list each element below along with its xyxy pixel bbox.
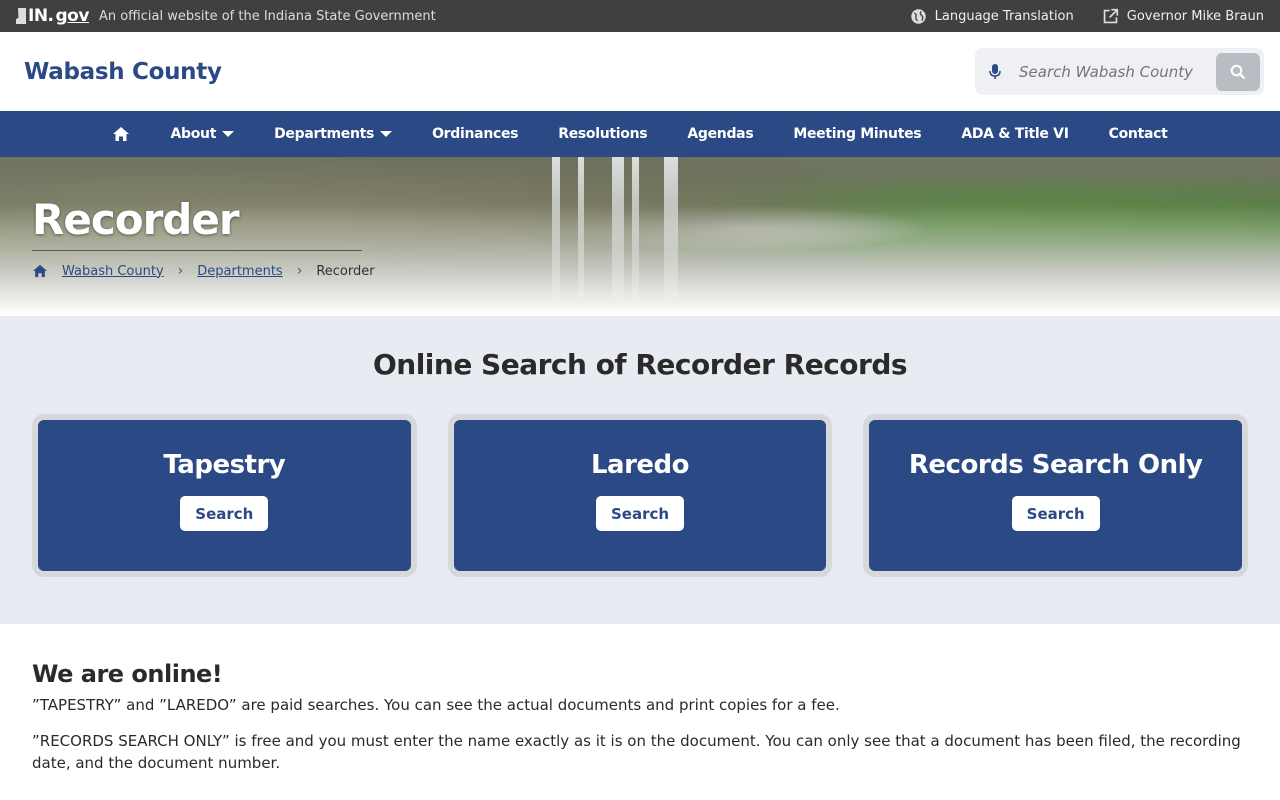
globe-icon — [910, 8, 926, 24]
breadcrumb-wabash-county[interactable]: Wabash County — [62, 264, 164, 279]
page-title: Recorder — [32, 195, 362, 251]
search-bar — [975, 48, 1264, 95]
governor-link[interactable]: Governor Mike Braun — [1102, 8, 1264, 25]
nav-ada-title-vi[interactable]: ADA & Title VI — [941, 111, 1088, 157]
chevron-right-icon: › — [177, 263, 184, 279]
nav-departments[interactable]: Departments — [254, 111, 412, 157]
microphone-icon[interactable] — [989, 63, 1003, 81]
card-title: Tapestry — [163, 450, 286, 480]
search-button[interactable] — [1216, 52, 1260, 91]
nav-agendas[interactable]: Agendas — [667, 111, 773, 157]
chevron-down-icon — [222, 131, 235, 137]
tapestry-search-button[interactable]: Search — [180, 496, 269, 531]
nav-home[interactable] — [92, 111, 150, 157]
info-paragraph: ”TAPESTRY” and ”LAREDO” are paid searche… — [32, 696, 840, 714]
waterfall-stream — [552, 157, 560, 297]
card-records-search-only: Records Search Only Search — [863, 414, 1249, 577]
home-icon[interactable] — [32, 264, 48, 278]
site-header: Wabash County — [0, 32, 1280, 111]
section-title: Online Search of Recorder Records — [372, 348, 908, 381]
info-paragraph: ”RECORDS SEARCH ONLY” is free and you mu… — [32, 732, 1241, 772]
search-icon — [1230, 64, 1246, 79]
waterfall-stream — [612, 157, 624, 297]
card-title: Records Search Only — [908, 450, 1203, 480]
card-tapestry: Tapestry Search — [32, 414, 417, 577]
state-banner-left: IN. gov An official website of the Indian… — [16, 6, 436, 26]
breadcrumb-departments[interactable]: Departments — [197, 264, 282, 279]
breadcrumb: Wabash County › Departments › Recorder — [32, 263, 375, 279]
state-banner: IN. gov An official website of the Indian… — [0, 0, 1280, 32]
chevron-right-icon: › — [296, 263, 303, 279]
nav-departments-label: Departments — [274, 126, 375, 142]
waterfall-stream — [632, 157, 639, 297]
nav-about[interactable]: About — [150, 111, 254, 157]
search-cards: Tapestry Search Laredo Search Records Se… — [0, 414, 1280, 577]
language-translation-link[interactable]: Language Translation — [910, 8, 1074, 25]
ingov-logo[interactable]: IN. gov — [16, 6, 89, 26]
official-website-text: An official website of the Indiana State… — [98, 8, 436, 24]
hero-content: Recorder Wabash County › Departments › R… — [32, 195, 375, 279]
nav-ordinances[interactable]: Ordinances — [412, 111, 538, 157]
info-section: We are online! ”TAPESTRY” and ”LAREDO” a… — [0, 624, 1280, 774]
nav-about-label: About — [170, 126, 217, 142]
ingov-logo-gov: gov — [55, 6, 90, 26]
laredo-search-button[interactable]: Search — [595, 496, 685, 531]
records-search-section: Online Search of Recorder Records Tapest… — [0, 316, 1280, 624]
waterfall-stream — [578, 157, 584, 297]
chevron-down-icon — [380, 131, 393, 137]
nav-meeting-minutes[interactable]: Meeting Minutes — [773, 111, 941, 157]
breadcrumb-current: Recorder — [316, 263, 375, 279]
external-link-icon — [1103, 8, 1118, 23]
home-icon — [113, 127, 130, 141]
card-laredo: Laredo Search — [447, 414, 833, 577]
waterfall-stream — [664, 157, 678, 297]
nav-resolutions[interactable]: Resolutions — [538, 111, 667, 157]
state-banner-right: Language Translation Governor Mike Braun — [910, 8, 1264, 25]
card-title: Laredo — [590, 450, 690, 480]
indiana-state-icon — [16, 8, 26, 24]
main-nav: About Departments Ordinances Resolutions… — [0, 111, 1280, 157]
governor-label: Governor Mike Braun — [1126, 8, 1264, 24]
nav-contact[interactable]: Contact — [1089, 111, 1188, 157]
language-translation-label: Language Translation — [934, 8, 1074, 24]
records-search-only-button[interactable]: Search — [1011, 496, 1100, 531]
info-heading: We are online! — [32, 660, 223, 688]
site-title[interactable]: Wabash County — [24, 59, 222, 85]
search-input[interactable] — [1003, 62, 1216, 81]
hero-banner: Recorder Wabash County › Departments › R… — [0, 157, 1280, 316]
ingov-logo-text: IN. — [28, 6, 54, 26]
